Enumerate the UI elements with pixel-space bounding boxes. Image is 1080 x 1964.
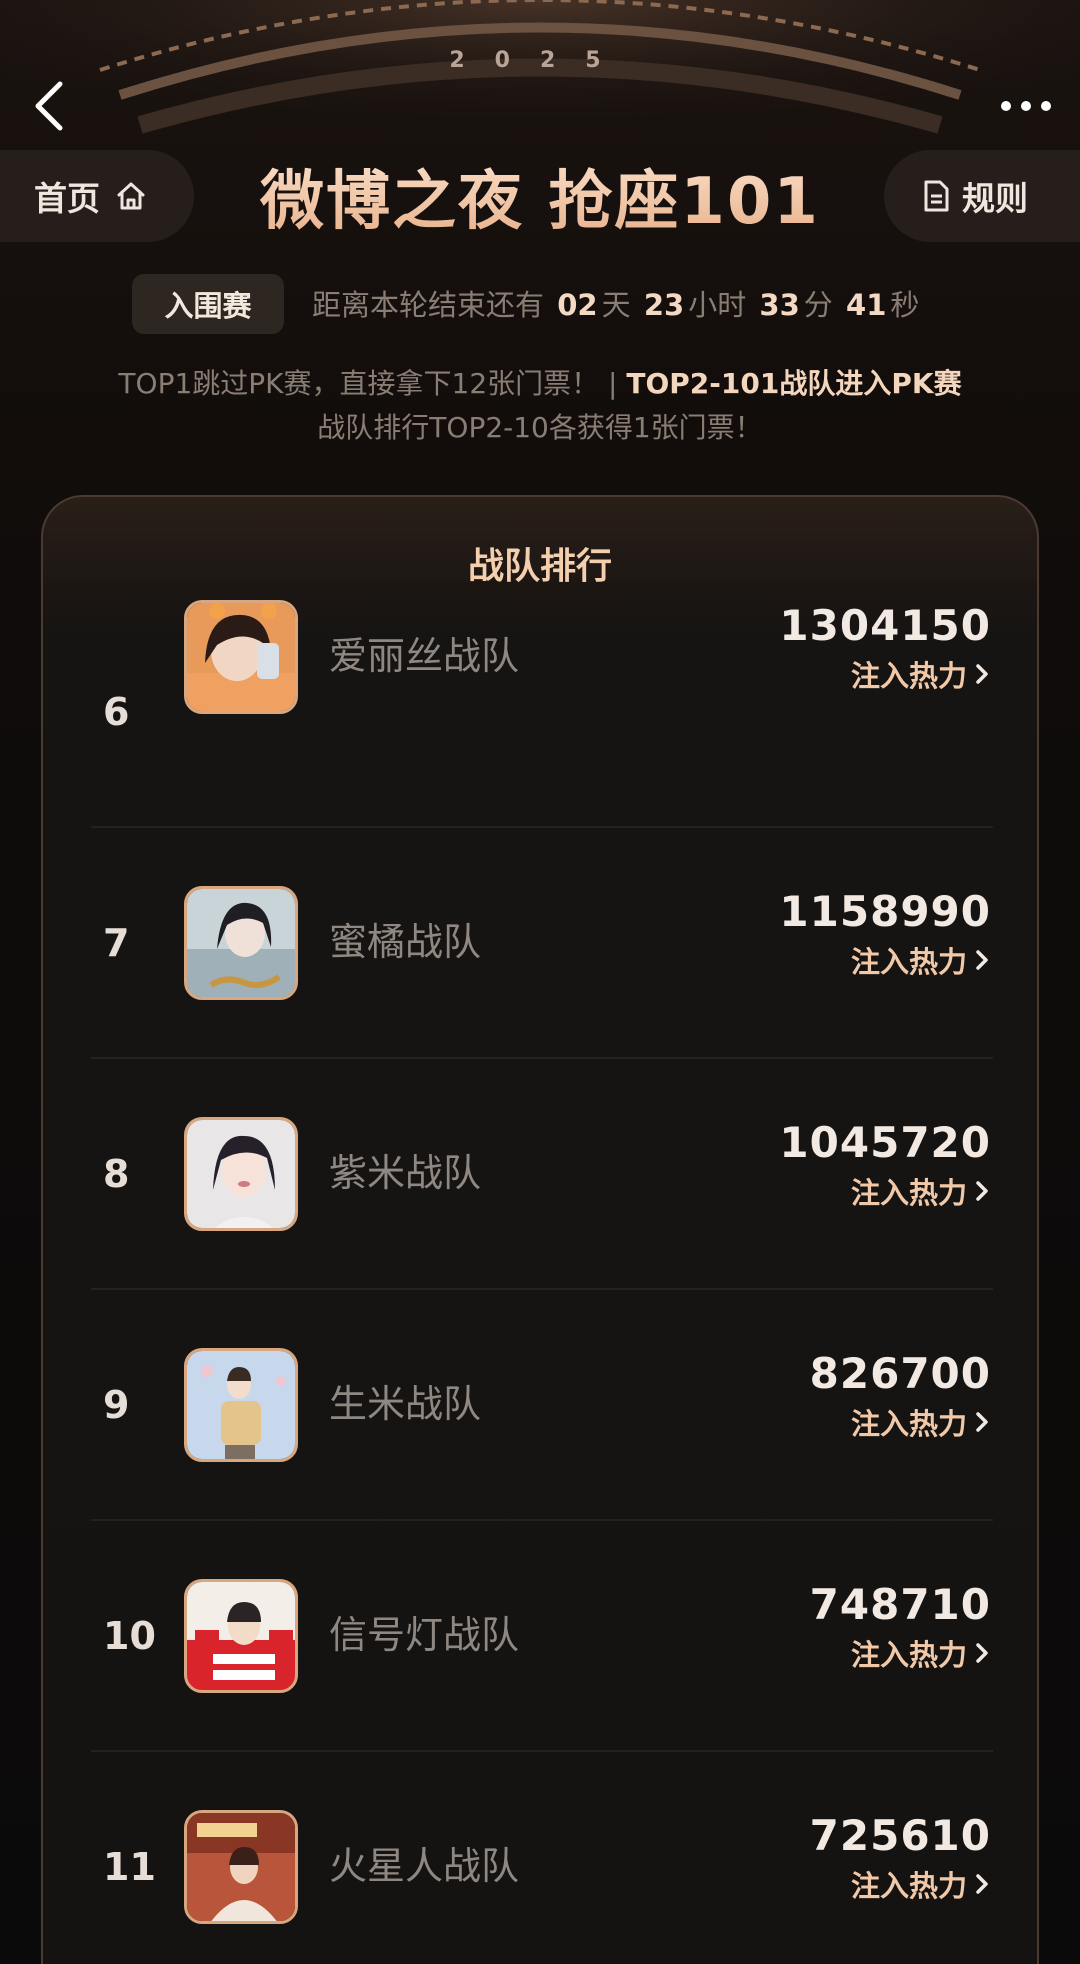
countdown-seconds: 41 (846, 288, 887, 322)
countdown-minutes: 33 (759, 288, 800, 322)
heat-score: 725610 (809, 1811, 991, 1860)
team-name: 信号灯战队 (329, 1613, 520, 1657)
heat-score: 1158990 (779, 887, 991, 936)
chevron-right-icon (976, 1643, 988, 1663)
team-avatar (184, 1579, 298, 1693)
inject-heat-label: 注入热力 (850, 1869, 967, 1903)
team-avatar (184, 1348, 298, 1462)
ranking-row[interactable]: 6 爱丽丝战队 1304150 注入热力 (91, 597, 993, 828)
more-options-button[interactable] (996, 90, 1056, 122)
inject-heat-button[interactable]: 注入热力 (851, 1632, 989, 1674)
chevron-right-icon (976, 1412, 988, 1432)
countdown-prefix: 距离本轮结束还有 (312, 288, 545, 322)
rank-number: 10 (103, 1613, 156, 1658)
rank-number: 11 (103, 1844, 156, 1889)
rank-number: 6 (103, 689, 130, 734)
inject-heat-button[interactable]: 注入热力 (851, 653, 989, 695)
chevron-right-icon (976, 1181, 988, 1201)
inject-heat-label: 注入热力 (850, 659, 967, 693)
rules-summary-top1: TOP1跳过PK赛，直接拿下12张门票！ | (118, 367, 627, 400)
ranking-row[interactable]: 8 紫米战队 1045720 注入热力 (91, 1059, 993, 1290)
team-avatar (184, 1117, 298, 1231)
inject-heat-button[interactable]: 注入热力 (851, 1863, 989, 1905)
countdown-days: 02 (557, 288, 598, 322)
chevron-left-icon (35, 81, 63, 131)
countdown-days-unit: 天 (601, 288, 631, 322)
countdown-seconds-unit: 秒 (890, 288, 920, 322)
heat-score: 826700 (809, 1349, 991, 1398)
team-name: 蜜橘战队 (329, 920, 482, 964)
ranking-row[interactable]: 7 蜜橘战队 1158990 注入热力 (91, 828, 993, 1059)
year-label: 2025 (449, 48, 631, 73)
countdown-minutes-unit: 分 (803, 288, 833, 322)
countdown-hours: 23 (643, 288, 685, 322)
countdown: 距离本轮结束还有 02 天 23 小时 33 分 41 秒 (312, 282, 919, 324)
chevron-right-icon (976, 664, 988, 684)
ranking-row[interactable]: 11 火星人战队 725610 注入热力 (91, 1752, 993, 1964)
heat-score: 1045720 (779, 1118, 991, 1167)
chevron-right-icon (976, 950, 988, 970)
rules-summary-line-1: TOP1跳过PK赛，直接拿下12张门票！ | TOP2-101战队进入PK赛 (0, 362, 1080, 402)
round-badge-label: 入围赛 (164, 289, 252, 323)
rank-number: 7 (103, 920, 130, 965)
round-badge: 入围赛 (132, 274, 284, 334)
ranking-card: 战队排行 6 爱丽丝战队 1304150 注入热力 7 蜜橘战队 1158990… (41, 495, 1039, 1964)
inject-heat-button[interactable]: 注入热力 (851, 1401, 989, 1443)
chevron-right-icon (976, 1874, 988, 1894)
countdown-hours-unit: 小时 (688, 288, 747, 322)
inject-heat-label: 注入热力 (850, 1638, 967, 1672)
page: 2025 首页 微博之夜 抢座101 规则 入围赛 距离本轮结束还有 02天 (0, 0, 1080, 1964)
inject-heat-label: 注入热力 (850, 945, 967, 979)
ranking-title: 战队排行 (467, 546, 612, 587)
back-button[interactable] (28, 78, 72, 134)
inject-heat-button[interactable]: 注入热力 (851, 1170, 989, 1212)
rules-summary-line-2: 战队排行TOP2-10各获得1张门票！ (317, 411, 763, 444)
inject-heat-label: 注入热力 (850, 1407, 967, 1441)
rank-number: 9 (103, 1382, 130, 1427)
ranking-row[interactable]: 9 生米战队 826700 注入热力 (91, 1290, 993, 1521)
ranking-row[interactable]: 10 信号灯战队 748710 注入热力 (91, 1521, 993, 1752)
inject-heat-button[interactable]: 注入热力 (851, 939, 989, 981)
team-avatar (184, 600, 298, 714)
rules-button[interactable]: 规则 (884, 150, 1080, 242)
document-icon (924, 180, 949, 212)
team-name: 爱丽丝战队 (329, 634, 520, 678)
team-name: 紫米战队 (329, 1151, 482, 1195)
team-name: 生米战队 (329, 1382, 482, 1426)
team-avatar (184, 886, 298, 1000)
rank-number: 8 (103, 1151, 130, 1196)
more-dots-icon (1001, 101, 1051, 111)
rules-label: 规则 (962, 179, 1028, 218)
heat-score: 748710 (809, 1580, 991, 1629)
inject-heat-label: 注入热力 (850, 1176, 967, 1210)
team-avatar (184, 1810, 298, 1924)
rules-summary-pk: TOP2-101战队进入PK赛 (626, 367, 962, 400)
team-name: 火星人战队 (329, 1844, 520, 1888)
heat-score: 1304150 (779, 601, 991, 650)
